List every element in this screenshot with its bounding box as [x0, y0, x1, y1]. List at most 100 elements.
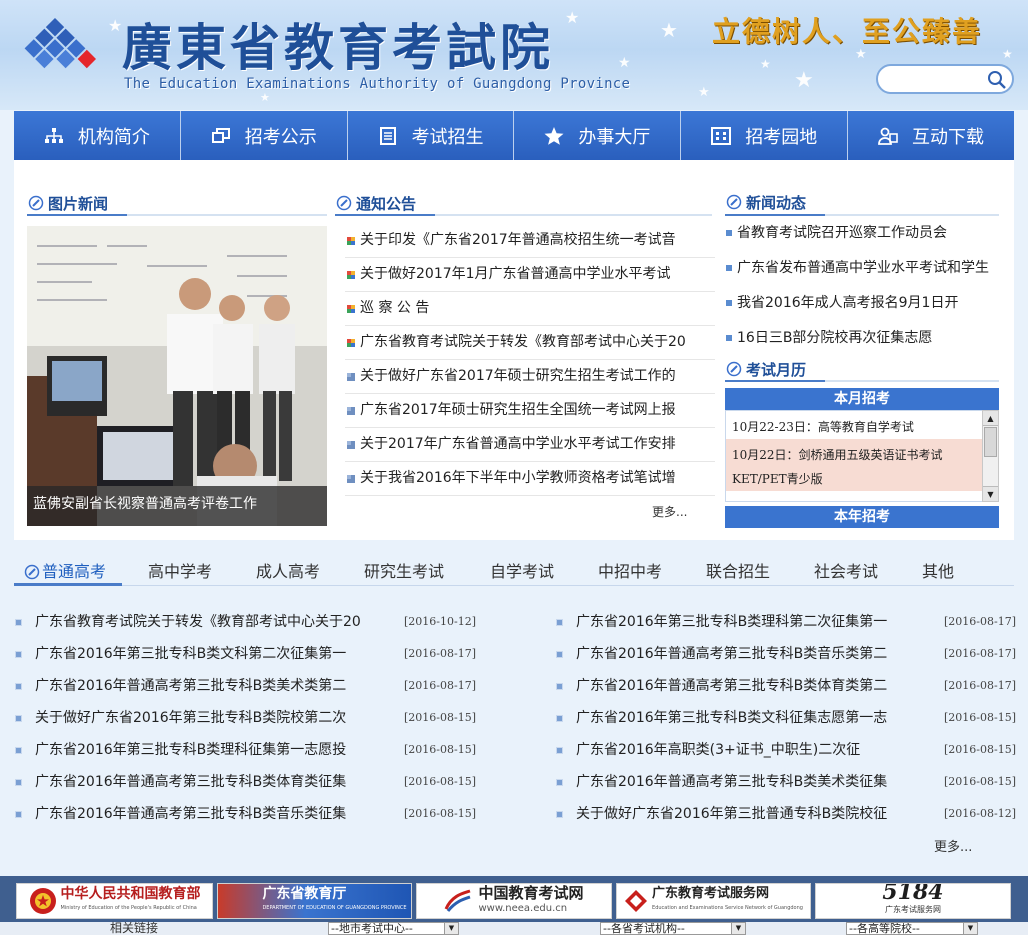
article-date: [2016-08-15] [944, 743, 1017, 756]
list-item[interactable]: 广东省发布普通高中学业水平考试和学生 [725, 251, 1010, 286]
banner-label: 中国教育考试网 [478, 884, 584, 902]
list-item[interactable]: 关于我省2016年下半年中小学教师资格考试笔试增 [345, 462, 715, 496]
article-title: 广东省2016年普通高考第三批专科B类美术类第二 [35, 678, 347, 694]
province-exam-org-select[interactable]: --各省考试机构-- ▼ [600, 922, 746, 935]
active-tab-indicator [14, 583, 122, 586]
list-item[interactable]: 关于做好广东省2017年硕士研究生招生考试工作的 [345, 360, 715, 394]
notices-more-link[interactable]: 更多... [652, 503, 687, 520]
table-row[interactable]: 广东省2016年普通高考第三批专科B类体育类第二 [2016-08-17] [556, 670, 1016, 702]
list-item[interactable]: 关于印发《广东省2017年普通高校招生统一考试音 [345, 224, 715, 258]
banner-sub: Ministry of Education of the People's Re… [60, 905, 197, 911]
banner-gd-education-dept[interactable]: 广东省教育厅 DEPARTMENT OF EDUCATION OF GUANGD… [217, 883, 412, 919]
scroll-thumb[interactable] [984, 427, 997, 457]
photo-news-title[interactable]: 图片新闻 [28, 190, 108, 216]
tab-xuekao[interactable]: 高中学考 [148, 558, 212, 582]
scroll-up-icon[interactable]: ▲ [983, 411, 998, 426]
list-item[interactable]: 省教育考试院召开巡察工作动员会 [725, 216, 1010, 251]
banner-moe[interactable]: 中华人民共和国教育部 Ministry of Education of the … [16, 883, 213, 919]
article-date: [2016-08-12] [944, 807, 1017, 820]
nav-label: 考试招生 [411, 126, 484, 148]
table-row[interactable]: 广东省2016年第三批专科B类文科第二次征集第一 [2016-08-17] [15, 638, 485, 670]
tab-graduate-exam[interactable]: 研究生考试 [364, 558, 444, 582]
nav-item-announcements[interactable]: 招考公示 [180, 111, 348, 160]
list-item[interactable]: 关于2017年广东省普通高中学业水平考试工作安排 [345, 428, 715, 462]
table-row[interactable]: 广东省2016年高职类(3+证书_中职生)二次征 [2016-08-15] [556, 734, 1016, 766]
banner-label: 5184 [882, 883, 944, 905]
banner-neea[interactable]: 中国教育考试网 www.neea.edu.cn [416, 883, 612, 919]
notices-title[interactable]: 通知公告 [336, 190, 416, 216]
calendar-event[interactable]: 10月22-23日：高等教育自学考试 [726, 411, 998, 439]
bullet-icon [726, 230, 732, 236]
year-exams-header[interactable]: 本年招考 [725, 506, 999, 528]
bullet-icon [347, 373, 355, 381]
calendar-scrollbar[interactable]: ▲ ▼ [982, 410, 999, 502]
photo-news-image[interactable]: 蓝佛安副省长视察普通高考评卷工作 [27, 226, 327, 526]
tab-zhongkao[interactable]: 中招中考 [598, 558, 662, 582]
table-row[interactable]: 广东省2016年第三批专科B类理科征集第一志愿投 [2016-08-15] [15, 734, 485, 766]
list-item[interactable]: 广东省2017年硕士研究生招生全国统一考试网上报 [345, 394, 715, 428]
list-item[interactable]: 关于做好2017年1月广东省普通高中学业水平考试 [345, 258, 715, 292]
table-row[interactable]: 广东省2016年普通高考第三批专科B类音乐类征集 [2016-08-15] [15, 798, 485, 830]
nav-label: 机构简介 [77, 126, 150, 148]
university-select[interactable]: --各高等院校-- ▼ [846, 922, 978, 935]
article-title: 广东省教育考试院关于转发《教育部考试中心关于20 [35, 614, 361, 630]
table-row[interactable]: 关于做好广东省2016年第三批普通专科B类院校征 [2016-08-12] [556, 798, 1016, 830]
org-chart-icon [44, 127, 63, 143]
tab-other[interactable]: 其他 [922, 558, 954, 582]
table-row[interactable]: 广东省2016年普通高考第三批专科B类体育类征集 [2016-08-15] [15, 766, 485, 798]
photo-news-illustration [27, 226, 327, 526]
table-row[interactable]: 广东省2016年普通高考第三批专科B类美术类第二 [2016-08-17] [15, 670, 485, 702]
bullet-icon [347, 237, 355, 245]
banner-gd-exam-service[interactable]: 广东教育考试服务网 Education and Examinations Ser… [616, 883, 811, 919]
list-item[interactable]: 巡 察 公 告 [345, 292, 715, 326]
nav-item-download[interactable]: 互动下载 [848, 111, 1014, 160]
bullet-icon [556, 811, 563, 818]
banner-sub: www.neea.edu.cn [478, 903, 568, 914]
list-item[interactable]: 16日三B部分院校再次征集志愿 [725, 321, 1010, 356]
city-exam-center-select[interactable]: --地市考试中心-- ▼ [328, 922, 459, 935]
star-decoration: ★ [698, 85, 710, 100]
table-row[interactable]: 广东省2016年普通高考第三批专科B类音乐类第二 [2016-08-17] [556, 638, 1016, 670]
table-row[interactable]: 广东省2016年第三批专科B类文科征集志愿第一志 [2016-08-15] [556, 702, 1016, 734]
table-row[interactable]: 广东省教育考试院关于转发《教育部考试中心关于20 [2016-10-12] [15, 606, 485, 638]
site-slogan: 立德树人、至公臻善 [712, 15, 983, 48]
bullet-icon [556, 651, 563, 658]
nav-item-garden[interactable]: 招考园地 [681, 111, 849, 160]
article-date: [2016-08-15] [404, 711, 477, 724]
table-row[interactable]: 广东省2016年普通高考第三批专科B类美术类征集 [2016-08-15] [556, 766, 1016, 798]
banner-5184[interactable]: 5184 广东考试服务网 [815, 883, 1011, 919]
list-item[interactable]: 我省2016年成人高考报名9月1日开 [725, 286, 1010, 321]
star-decoration: ★ [260, 91, 270, 104]
nav-item-exams[interactable]: 考试招生 [347, 111, 515, 160]
list-item[interactable]: 广东省教育考试院关于转发《教育部考试中心关于20 [345, 326, 715, 360]
article-list-right: 广东省2016年第三批专科B类理科第二次征集第一 [2016-08-17] 广东省… [556, 606, 1016, 830]
table-row[interactable]: 广东省2016年第三批专科B类理科第二次征集第一 [2016-08-17] [556, 606, 1016, 638]
scroll-down-icon[interactable]: ▼ [983, 486, 998, 501]
bullet-icon [726, 265, 732, 271]
tab-adult-exam[interactable]: 成人高考 [256, 558, 320, 582]
articles-more-link[interactable]: 更多... [934, 836, 972, 855]
search-input[interactable] [888, 66, 988, 92]
section-title-text: 新闻动态 [746, 193, 807, 212]
article-date: [2016-08-15] [404, 775, 477, 788]
nav-label: 互动下载 [912, 126, 985, 148]
nav-item-service-hall[interactable]: 办事大厅 [514, 111, 682, 160]
search-icon[interactable] [986, 69, 1008, 91]
news-title[interactable]: 新闻动态 [726, 189, 806, 215]
photo-news-caption[interactable]: 蓝佛安副省长视察普通高考评卷工作 [27, 486, 327, 526]
article-title: 广东省2016年普通高考第三批专科B类音乐类第二 [576, 646, 888, 662]
bullet-icon [347, 407, 355, 415]
nav-label: 招考园地 [745, 126, 818, 148]
site-logo[interactable] [14, 18, 96, 100]
calendar-event[interactable]: 10月22日：剑桥通用五级英语证书考试 KET/PET青少版 [726, 439, 998, 491]
tab-joint-enrollment[interactable]: 联合招生 [706, 558, 770, 582]
select-value: --各高等院校-- [849, 922, 920, 935]
bullet-icon [15, 811, 22, 818]
table-row[interactable]: 关于做好广东省2016年第三批专科B类院校第二次 [2016-08-15] [15, 702, 485, 734]
tab-social-exam[interactable]: 社会考试 [814, 558, 878, 582]
month-exams-header[interactable]: 本月招考 [725, 388, 999, 410]
calendar-title[interactable]: 考试月历 [726, 356, 806, 382]
nav-item-about[interactable]: 机构简介 [14, 111, 181, 160]
tab-self-study[interactable]: 自学考试 [490, 558, 554, 582]
tab-gaokao[interactable]: 普通高考 [24, 558, 106, 582]
